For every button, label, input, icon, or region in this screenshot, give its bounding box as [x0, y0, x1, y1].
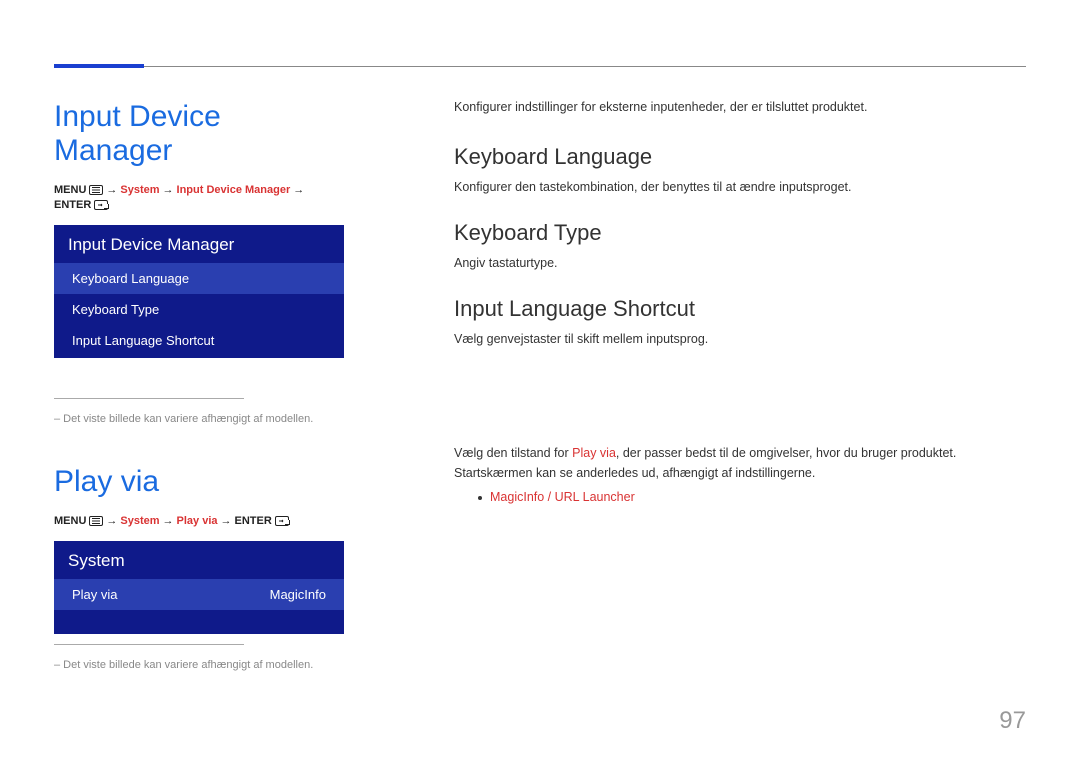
section-title-play-via: Play via	[54, 465, 344, 499]
breadcrumb-idm-label: Input Device Manager	[177, 184, 291, 196]
menu-panel-system: System Play via MagicInfo	[54, 541, 344, 634]
heading-keyboard-type: Keyboard Type	[454, 220, 1026, 246]
breadcrumb-enter-label: ENTER	[235, 515, 272, 527]
breadcrumb-playvia: MENU → System → Play via → ENTER	[54, 515, 344, 527]
breadcrumb-enter-label: ENTER	[54, 199, 91, 211]
header-divider	[54, 66, 1026, 67]
breadcrumb-system: System	[120, 515, 159, 527]
menu-icon	[89, 185, 103, 195]
breadcrumb-menu-label: MENU	[54, 515, 86, 527]
divider	[54, 644, 244, 645]
breadcrumb-arrow: →	[106, 184, 117, 196]
panel-item-input-language-shortcut[interactable]: Input Language Shortcut	[54, 325, 344, 358]
intro-text: Konfigurer indstillinger for eksterne in…	[454, 100, 1026, 114]
divider	[54, 398, 244, 399]
panel-item-play-via[interactable]: Play via MagicInfo	[54, 579, 344, 610]
panel-item-keyboard-type[interactable]: Keyboard Type	[54, 294, 344, 325]
breadcrumb-system: System	[120, 184, 159, 196]
panel-title: Input Device Manager	[54, 225, 344, 263]
breadcrumb-arrow: →	[106, 515, 117, 527]
panel-spacer	[54, 610, 344, 634]
breadcrumb-idm: MENU → System → Input Device Manager → E…	[54, 184, 344, 211]
play-p1-red: Play via	[572, 446, 616, 460]
bullet-magicinfo: MagicInfo / URL Launcher	[490, 490, 635, 504]
play-via-description: Vælg den tilstand for Play via, der pass…	[454, 446, 1026, 504]
panel-item-label: Play via	[72, 587, 118, 602]
play-p1b: , der passer bedst til de omgivelser, hv…	[616, 446, 956, 460]
menu-panel-idm: Input Device Manager Keyboard Language K…	[54, 225, 344, 358]
note-text: – Det viste billede kan variere afhængig…	[54, 659, 344, 671]
body-keyboard-type: Angiv tastaturtype.	[454, 256, 1026, 270]
panel-title: System	[54, 541, 344, 579]
breadcrumb-menu-label: MENU	[54, 184, 86, 196]
body-keyboard-language: Konfigurer den tastekombination, der ben…	[454, 180, 1026, 194]
menu-icon	[89, 516, 103, 526]
body-input-language-shortcut: Vælg genvejstaster til skift mellem inpu…	[454, 332, 1026, 346]
breadcrumb-arrow: →	[221, 515, 232, 527]
enter-icon	[94, 200, 108, 210]
play-p1a: Vælg den tilstand for	[454, 446, 572, 460]
heading-keyboard-language: Keyboard Language	[454, 144, 1026, 170]
breadcrumb-arrow: →	[293, 184, 304, 196]
page-number: 97	[999, 707, 1026, 735]
heading-input-language-shortcut: Input Language Shortcut	[454, 296, 1026, 322]
enter-icon	[275, 516, 289, 526]
header-accent	[54, 64, 144, 68]
section-title-input-device-manager: Input Device Manager	[54, 100, 344, 168]
note-text: – Det viste billede kan variere afhængig…	[54, 413, 344, 425]
breadcrumb-arrow: →	[163, 515, 174, 527]
play-p2: Startskærmen kan se anderledes ud, afhæn…	[454, 466, 1026, 480]
breadcrumb-playvia-label: Play via	[177, 515, 218, 527]
breadcrumb-arrow: →	[163, 184, 174, 196]
panel-item-value: MagicInfo	[270, 587, 326, 602]
bullet-icon	[478, 496, 482, 500]
panel-item-keyboard-language[interactable]: Keyboard Language	[54, 263, 344, 294]
